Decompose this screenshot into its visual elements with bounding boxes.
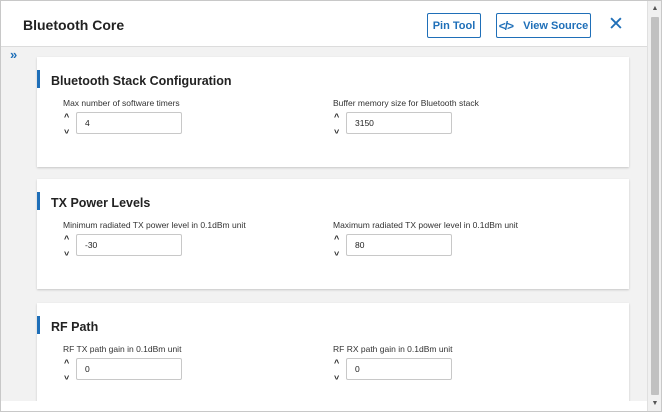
close-icon[interactable]: ✕ [607,13,625,37]
field-label: RF TX path gain in 0.1dBm unit [63,344,182,354]
view-source-label: View Source [523,19,589,32]
decrement-icon[interactable]: ^ [64,371,69,381]
app-window: Bluetooth Core Pin Tool </> View Source … [0,0,662,412]
section-title: TX Power Levels [51,196,151,210]
section-bluetooth-stack-configuration: Bluetooth Stack Configuration Max number… [37,57,629,167]
section-title: RF Path [51,320,99,334]
decrement-icon[interactable]: ^ [64,125,69,135]
field-label: RF RX path gain in 0.1dBm unit [333,344,453,354]
increment-icon[interactable]: ^ [64,235,69,244]
section-tx-power-levels: TX Power Levels Minimum radiated TX powe… [37,179,629,289]
field-label: Maximum radiated TX power level in 0.1dB… [333,220,519,230]
header: Bluetooth Core Pin Tool </> View Source … [1,1,661,47]
pin-tool-label: Pin Tool [432,19,476,32]
number-stepper: ^ ^ [333,356,344,382]
content-area: » Bluetooth Stack Configuration Max numb… [1,47,647,401]
section-accent-bar [37,192,40,210]
number-stepper: ^ ^ [63,356,74,382]
increment-icon[interactable]: ^ [334,359,339,368]
code-icon: </> [498,18,514,33]
field-min-tx-power: Minimum radiated TX power level in 0.1dB… [63,220,313,264]
field-rf-tx-path-gain: RF TX path gain in 0.1dBm unit ^ ^ 0 [63,344,313,388]
page-title: Bluetooth Core [23,17,125,33]
field-max-software-timers: Max number of software timers ^ ^ 4 [63,98,313,142]
max-software-timers-input[interactable]: 4 [76,112,182,134]
number-stepper: ^ ^ [333,232,344,258]
field-label: Minimum radiated TX power level in 0.1dB… [63,220,246,230]
rf-rx-path-gain-input[interactable]: 0 [346,358,452,380]
section-accent-bar [37,70,40,88]
pin-tool-button[interactable]: Pin Tool [427,13,481,38]
number-stepper: ^ ^ [63,232,74,258]
increment-icon[interactable]: ^ [334,235,339,244]
scroll-down-icon[interactable]: ▼ [648,400,662,407]
rf-tx-path-gain-input[interactable]: 0 [76,358,182,380]
field-buffer-memory-size: Buffer memory size for Bluetooth stack ^… [333,98,583,142]
decrement-icon[interactable]: ^ [334,125,339,135]
scroll-up-icon[interactable]: ▲ [648,5,662,12]
view-source-button[interactable]: </> View Source [496,13,591,38]
section-rf-path: RF Path RF TX path gain in 0.1dBm unit ^… [37,303,629,401]
scrollbar-thumb[interactable] [651,17,659,395]
increment-icon[interactable]: ^ [64,113,69,122]
field-label: Buffer memory size for Bluetooth stack [333,98,479,108]
decrement-icon[interactable]: ^ [334,371,339,381]
increment-icon[interactable]: ^ [334,113,339,122]
min-tx-power-input[interactable]: -30 [76,234,182,256]
expand-sidebar-icon[interactable]: » [10,47,17,62]
field-label: Max number of software timers [63,98,180,108]
decrement-icon[interactable]: ^ [334,247,339,257]
section-accent-bar [37,316,40,334]
field-rf-rx-path-gain: RF RX path gain in 0.1dBm unit ^ ^ 0 [333,344,583,388]
increment-icon[interactable]: ^ [64,359,69,368]
section-title: Bluetooth Stack Configuration [51,74,232,88]
number-stepper: ^ ^ [333,110,344,136]
field-max-tx-power: Maximum radiated TX power level in 0.1dB… [333,220,583,264]
number-stepper: ^ ^ [63,110,74,136]
decrement-icon[interactable]: ^ [64,247,69,257]
vertical-scrollbar[interactable]: ▲ ▼ [647,1,661,411]
buffer-memory-size-input[interactable]: 3150 [346,112,452,134]
max-tx-power-input[interactable]: 80 [346,234,452,256]
